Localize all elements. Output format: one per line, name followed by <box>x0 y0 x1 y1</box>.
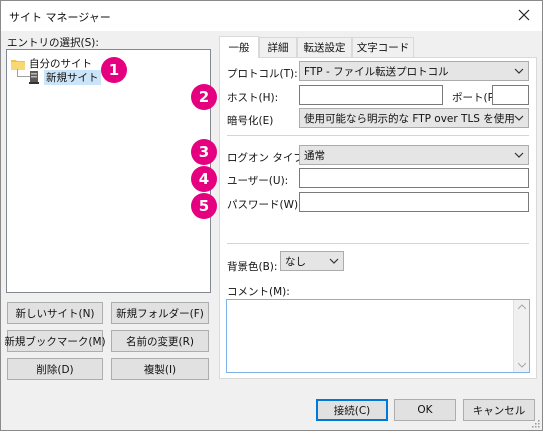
encryption-value: 使用可能なら明示的な FTP over TLS を使用 <box>304 112 515 125</box>
tab-transfer-settings[interactable]: 転送設定 <box>297 37 352 57</box>
comment-label: コメント(M): <box>227 286 290 298</box>
port-input[interactable] <box>492 85 529 105</box>
encryption-label: 暗号化(E) <box>227 115 274 127</box>
user-label: ユーザー(U): <box>227 175 289 187</box>
tab-general[interactable]: 一般 <box>219 36 259 58</box>
tree-child-label: 新規サイト <box>44 70 101 85</box>
separator <box>227 135 529 136</box>
close-icon[interactable] <box>512 4 536 26</box>
new-bookmark-button[interactable]: 新規ブックマーク(M) <box>4 330 106 352</box>
bgcolor-select[interactable]: なし <box>280 251 344 271</box>
duplicate-button[interactable]: 複製(I) <box>111 358 209 380</box>
scroll-up-icon[interactable] <box>518 304 526 310</box>
comment-textarea[interactable] <box>226 299 530 373</box>
tree-child-item[interactable]: 新規サイト <box>29 70 101 85</box>
bgcolor-value: なし <box>285 255 306 268</box>
ok-button[interactable]: OK <box>394 399 456 421</box>
logon-type-select[interactable]: 通常 <box>299 145 529 165</box>
resize-grip-icon[interactable] <box>530 418 540 428</box>
callout-badge-3: 3 <box>191 139 217 165</box>
password-input[interactable] <box>299 192 529 212</box>
window-title: サイト マネージャー <box>9 11 111 24</box>
encryption-select[interactable]: 使用可能なら明示的な FTP over TLS を使用 <box>299 108 529 128</box>
site-tree[interactable]: 自分のサイト 新規サイト <box>6 49 211 293</box>
host-input[interactable] <box>299 85 443 105</box>
tab-advanced[interactable]: 詳細 <box>259 37 297 57</box>
tree-root-label: 自分のサイト <box>29 58 92 70</box>
callout-badge-5: 5 <box>191 193 217 219</box>
password-label: パスワード(W): <box>227 199 302 211</box>
host-label: ホスト(H): <box>227 92 279 104</box>
tree-label: エントリの選択(S): <box>7 37 99 49</box>
delete-button[interactable]: 削除(D) <box>7 358 103 380</box>
bgcolor-label: 背景色(B): <box>227 261 278 273</box>
chevron-down-icon <box>329 258 339 264</box>
scroll-down-icon[interactable] <box>518 362 526 368</box>
connect-button[interactable]: 接続(C) <box>316 399 388 421</box>
user-input[interactable] <box>299 168 529 188</box>
site-manager-window: サイト マネージャー エントリの選択(S): 自分のサイト 新規サイト 新しいサ… <box>0 0 543 431</box>
protocol-select[interactable]: FTP - ファイル転送プロトコル <box>299 61 529 81</box>
callout-badge-2: 2 <box>191 84 217 110</box>
rename-button[interactable]: 名前の変更(R) <box>111 330 209 352</box>
logon-type-value: 通常 <box>304 149 325 162</box>
folder-icon <box>11 59 25 70</box>
server-icon <box>29 71 39 84</box>
comment-scrollbar[interactable] <box>513 300 529 372</box>
tab-charset[interactable]: 文字コード <box>352 37 414 57</box>
callout-badge-4: 4 <box>191 166 217 192</box>
new-folder-button[interactable]: 新規フォルダー(F) <box>111 302 209 324</box>
chevron-down-icon <box>514 68 524 74</box>
cancel-button[interactable]: キャンセル <box>463 399 535 421</box>
protocol-label: プロトコル(T): <box>227 68 298 80</box>
separator <box>227 243 529 244</box>
chevron-down-icon <box>514 152 524 158</box>
chevron-down-icon <box>514 115 524 121</box>
title-bar: サイト マネージャー <box>1 1 542 31</box>
callout-badge-1: 1 <box>101 57 127 83</box>
new-site-button[interactable]: 新しいサイト(N) <box>7 302 103 324</box>
protocol-value: FTP - ファイル転送プロトコル <box>304 65 449 78</box>
